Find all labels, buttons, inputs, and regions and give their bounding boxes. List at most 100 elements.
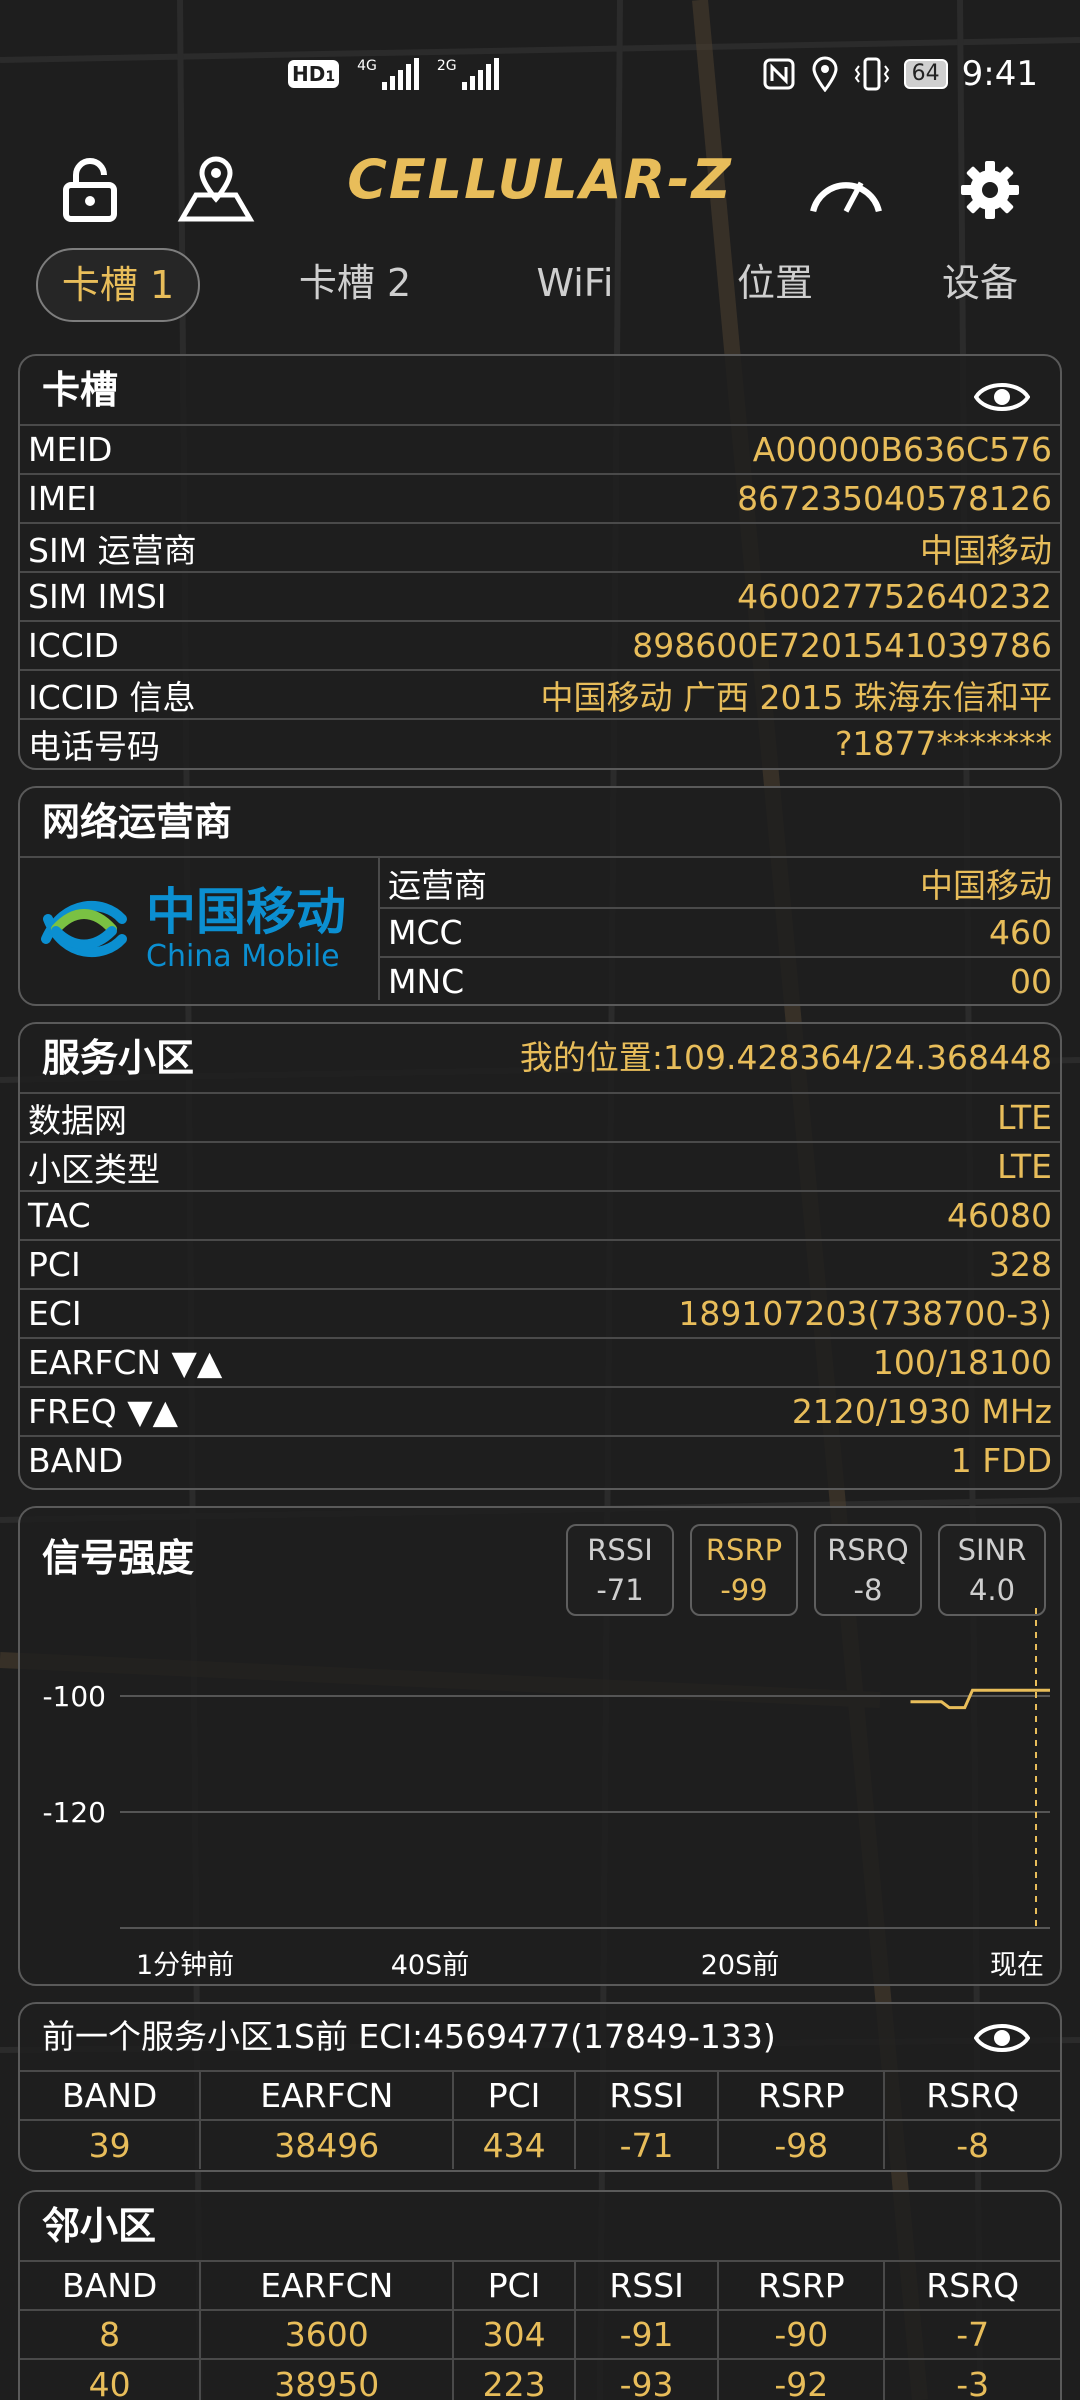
cell-band: 39 <box>20 2119 202 2169</box>
cell-rssi: -91 <box>574 2309 720 2359</box>
tab-slot-2[interactable]: 卡槽 2 <box>270 248 440 322</box>
nfc-icon <box>763 58 795 90</box>
my-location-text: 我的位置:109.428364/24.368448 <box>519 1038 1052 1077</box>
sim-card-panel: 卡槽 MEID A00000B636C576 IMEI 86723504057812… <box>18 354 1062 770</box>
table-row: 8 3600 304 -91 -90 -7 <box>20 2309 1060 2359</box>
signal-strength-panel: 信号强度 RSSI -71 RSRP -99 RSRQ -8 SINR 4.0 -100… <box>18 1506 1062 1986</box>
cell-row-earfcn[interactable]: EARFCN ▼▲ 100/18100 <box>20 1337 1060 1386</box>
logo-text-cn: 中国移动 <box>146 883 346 941</box>
col-rsrq: RSRQ <box>884 2070 1060 2120</box>
status-left-indicators: HD1 4G 2G <box>288 58 499 90</box>
col-rssi: RSSI <box>574 2260 720 2310</box>
network-operator-title: 网络运营商 <box>42 800 233 844</box>
table-header-row: BAND EARFCN PCI RSSI RSRP RSRQ <box>20 2070 1060 2120</box>
tab-bar: 卡槽 1 卡槽 2 WiFi 位置 设备 <box>0 248 1080 328</box>
signal-metric-chips: RSSI -71 RSRP -99 RSRQ -8 SINR 4.0 <box>566 1524 1046 1616</box>
cell-rssi: -71 <box>574 2119 720 2169</box>
col-rsrp: RSRP <box>718 2070 886 2120</box>
signal-4g-icon: 4G <box>357 58 419 90</box>
y-tick-label: -100 <box>42 1680 106 1713</box>
cell-row-pci: PCI 328 <box>20 1239 1060 1288</box>
cell-earfcn: 38950 <box>200 2358 455 2400</box>
tab-location[interactable]: 位置 <box>700 248 850 322</box>
cell-rsrp: -98 <box>718 2119 886 2169</box>
lock-icon[interactable] <box>50 150 130 230</box>
sim-row-imei: IMEI 867235040578126 <box>20 473 1060 522</box>
tab-device[interactable]: 设备 <box>900 248 1060 322</box>
chip-sinr[interactable]: SINR 4.0 <box>938 1524 1046 1616</box>
speedometer-icon[interactable] <box>806 150 886 230</box>
col-earfcn: EARFCN <box>200 2070 455 2120</box>
cell-band: 8 <box>20 2309 202 2359</box>
clock: 9:41 <box>961 54 1038 94</box>
cell-rsrp: -90 <box>718 2309 886 2359</box>
status-bar: HD1 4G 2G 64 9:41 <box>0 0 1080 160</box>
chip-rsrp[interactable]: RSRP -99 <box>690 1524 798 1616</box>
neighbor-cells-panel: 邻小区 BAND EARFCN PCI RSSI RSRP RSRQ 8 360… <box>18 2190 1062 2400</box>
neighbor-cells-title: 邻小区 <box>42 2204 157 2248</box>
status-right-indicators: 64 9:41 <box>762 54 1038 94</box>
cell-rssi: -93 <box>574 2358 720 2400</box>
sim-row-iccid-info: ICCID 信息 中国移动 广西 2015 珠海东信和平 <box>20 669 1060 718</box>
china-mobile-logo: 中国移动 China Mobile <box>20 858 380 1000</box>
operator-row-name: 运营商 中国移动 <box>388 865 1052 905</box>
cell-earfcn: 3600 <box>200 2309 455 2359</box>
col-pci: PCI <box>453 2260 576 2310</box>
network-operator-panel: 网络运营商 中国移动 China Mobile 运营商 中国移动 MCC 460… <box>18 786 1062 1006</box>
x-tick-label: 20S前 <box>701 1950 780 1981</box>
settings-gear-icon[interactable] <box>950 150 1030 230</box>
sim-card-title: 卡槽 <box>20 356 1060 424</box>
sim-row-iccid: ICCID 898600E7201541039786 <box>20 620 1060 669</box>
sim-row-phone: 电话号码 ?1877******* <box>20 718 1060 767</box>
tab-wifi[interactable]: WiFi <box>500 248 650 322</box>
app-toolbar: CELLULAR-Z <box>0 140 1080 250</box>
col-band: BAND <box>20 2260 202 2310</box>
table-header-row: BAND EARFCN PCI RSSI RSRP RSRQ <box>20 2260 1060 2310</box>
signal-chart: -100 -120 1分钟前 40S前 20S前 现在 <box>42 1608 1050 1981</box>
signal-2g-icon: 2G <box>437 58 499 90</box>
y-tick-label: -120 <box>42 1796 106 1829</box>
cell-row-data-network: 数据网 LTE <box>20 1092 1060 1141</box>
previous-cell-title: 前一个服务小区1S前 ECI:4569477(17849-133) <box>20 2004 1060 2070</box>
serving-cell-title: 服务小区 我的位置:109.428364/24.368448 <box>20 1024 1060 1092</box>
cell-pci: 223 <box>453 2358 576 2400</box>
table-row: 40 38950 223 -93 -92 -3 <box>20 2358 1060 2400</box>
previous-cell-table: BAND EARFCN PCI RSSI RSRP RSRQ 39 38496 … <box>20 2070 1060 2169</box>
china-mobile-logo-icon <box>41 901 127 957</box>
cell-row-freq[interactable]: FREQ ▼▲ 2120/1930 MHz <box>20 1386 1060 1435</box>
x-tick-label: 1分钟前 <box>136 1950 234 1981</box>
cell-pci: 434 <box>453 2119 576 2169</box>
location-icon <box>812 56 838 92</box>
cell-rsrp: -92 <box>718 2358 886 2400</box>
col-pci: PCI <box>453 2070 576 2120</box>
battery-indicator: 64 <box>903 59 948 89</box>
sim-row-meid: MEID A00000B636C576 <box>20 424 1060 473</box>
chip-rsrq[interactable]: RSRQ -8 <box>814 1524 922 1616</box>
cell-earfcn: 38496 <box>200 2119 455 2169</box>
operator-row-mcc: MCC 460 <box>380 907 1060 956</box>
eye-icon[interactable] <box>973 370 1031 438</box>
col-rsrq: RSRQ <box>884 2260 1060 2310</box>
cell-row-band: BAND 1 FDD <box>20 1435 1060 1484</box>
table-row: 39 38496 434 -71 -98 -8 <box>20 2119 1060 2169</box>
sim-row-imsi: SIM IMSI 460027752640232 <box>20 571 1060 620</box>
map-location-icon[interactable] <box>176 150 256 230</box>
cell-rsrq: -3 <box>884 2358 1060 2400</box>
cell-row-eci: ECI 189107203(738700-3) <box>20 1288 1060 1337</box>
app-title: CELLULAR-Z <box>347 148 733 211</box>
col-rsrp: RSRP <box>718 2260 886 2310</box>
serving-cell-panel: 服务小区 我的位置:109.428364/24.368448 数据网 LTE 小区… <box>18 1022 1062 1490</box>
tab-slot-1[interactable]: 卡槽 1 <box>36 248 200 322</box>
previous-cell-panel: 前一个服务小区1S前 ECI:4569477(17849-133) BAND E… <box>18 2002 1062 2172</box>
logo-text-en: China Mobile <box>146 939 340 974</box>
cell-band: 40 <box>20 2358 202 2400</box>
series-line-rsrp <box>910 1688 1050 1710</box>
neighbor-cells-table: BAND EARFCN PCI RSSI RSRP RSRQ 8 3600 30… <box>20 2260 1060 2400</box>
col-rssi: RSSI <box>574 2070 720 2120</box>
hd-voice-badge: HD1 <box>288 60 340 88</box>
vibrate-icon <box>854 57 889 91</box>
cell-pci: 304 <box>453 2309 576 2359</box>
chip-rssi[interactable]: RSSI -71 <box>566 1524 674 1616</box>
cell-row-cell-type: 小区类型 LTE <box>20 1141 1060 1190</box>
eye-icon[interactable] <box>973 2014 1031 2080</box>
